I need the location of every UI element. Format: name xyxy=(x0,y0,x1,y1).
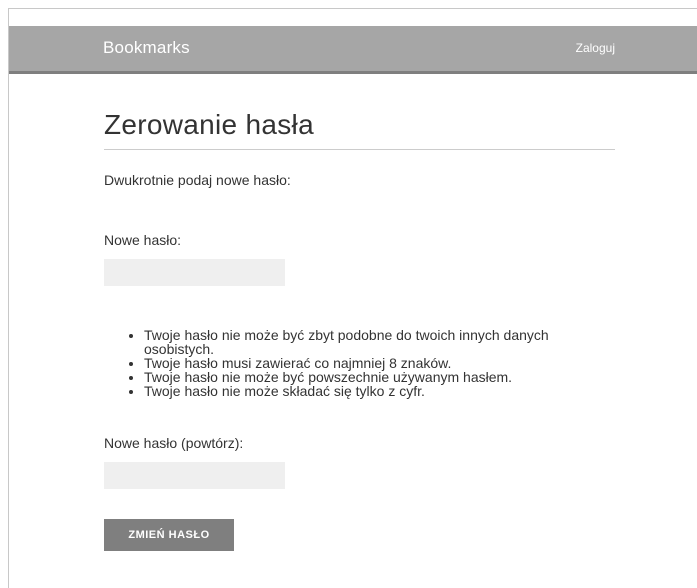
browser-viewport: Bookmarks Zaloguj Zerowanie hasła Dwukro… xyxy=(8,8,697,588)
intro-text: Dwukrotnie podaj nowe hasło: xyxy=(104,172,291,188)
password-rule-item: Twoje hasło musi zawierać co najmniej 8 … xyxy=(144,356,614,370)
password-rules-list: Twoje hasło nie może być zbyt podobne do… xyxy=(104,328,614,398)
login-link[interactable]: Zaloguj xyxy=(576,41,615,55)
password-rule-item: Twoje hasło nie może być zbyt podobne do… xyxy=(144,328,614,356)
password-reset-form: Zerowanie hasła Dwukrotnie podaj nowe ha… xyxy=(104,109,615,551)
new-password-label: Nowe hasło: xyxy=(104,232,182,248)
repeat-password-input[interactable] xyxy=(104,462,285,489)
top-navbar: Bookmarks Zaloguj xyxy=(9,26,697,74)
change-password-button[interactable]: ZMIEŃ HASŁO xyxy=(104,519,234,551)
page-title: Zerowanie hasła xyxy=(104,109,615,150)
brand-logo-text[interactable]: Bookmarks xyxy=(103,38,190,58)
new-password-input[interactable] xyxy=(104,259,285,286)
password-rule-item: Twoje hasło nie może być powszechnie uży… xyxy=(144,370,614,384)
password-rule-item: Twoje hasło nie może składać się tylko z… xyxy=(144,384,614,398)
repeat-password-label: Nowe hasło (powtórz): xyxy=(104,435,244,451)
